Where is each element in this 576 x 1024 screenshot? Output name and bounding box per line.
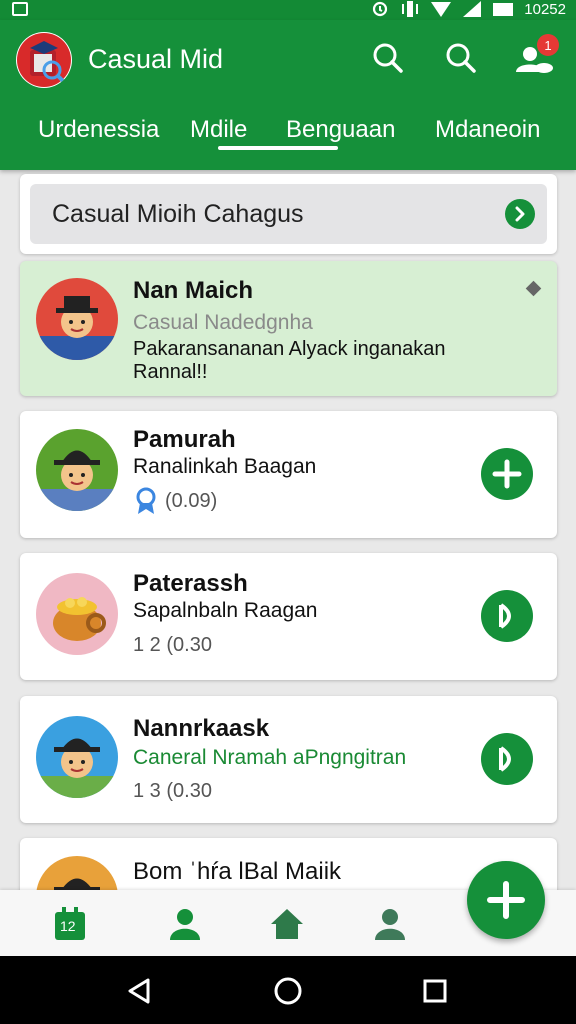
profile-notifications-button[interactable]: 1 bbox=[512, 34, 559, 76]
play-button[interactable] bbox=[481, 733, 533, 785]
item-meta: 1 2 (0.30 bbox=[133, 634, 212, 656]
recents-square-icon bbox=[423, 979, 447, 1003]
tab-mdile[interactable]: Mdile bbox=[190, 116, 247, 144]
item-subtitle: Ranalinkah Baagan bbox=[133, 455, 317, 478]
tab-bar: Urdenessia Mdile Benguaan Mdaneoin bbox=[0, 116, 576, 156]
item-description-cont: Rannal!! bbox=[133, 361, 208, 383]
list-item[interactable]: Pamurah Ranalinkah Baagan (0.09) bbox=[20, 411, 557, 538]
item-subtitle: Caneral Nramah aPngngitran bbox=[133, 746, 407, 769]
person-hat-avatar-icon bbox=[36, 450, 118, 511]
app-logo-icon bbox=[17, 33, 71, 87]
item-subtitle: Casual Nadedgnha bbox=[133, 311, 313, 334]
nav-home[interactable] bbox=[267, 904, 307, 944]
search-card: Casual Mioih Cahagus bbox=[20, 174, 557, 254]
nav-calendar[interactable]: 12 bbox=[50, 904, 90, 944]
signal-icon bbox=[463, 1, 482, 17]
person-icon bbox=[170, 909, 200, 940]
back-button[interactable] bbox=[122, 974, 156, 1008]
plus-icon bbox=[487, 881, 525, 919]
status-time: 10252 bbox=[524, 0, 566, 18]
item-name: Nan Maich bbox=[133, 277, 254, 304]
add-fab-button[interactable] bbox=[467, 861, 545, 939]
person-hat-avatar-icon bbox=[36, 296, 118, 360]
avatar bbox=[36, 429, 118, 511]
search-go-button[interactable] bbox=[505, 199, 535, 229]
item-meta: 1 3 (0.30 bbox=[133, 780, 212, 802]
item-name: Nannrkaask bbox=[133, 715, 270, 742]
app-title: Casual Mid bbox=[88, 44, 224, 74]
back-triangle-icon bbox=[128, 978, 150, 1004]
status-icons: 10252 bbox=[370, 0, 566, 18]
search-icon bbox=[446, 43, 476, 73]
home-circle-icon bbox=[274, 977, 302, 1005]
plus-icon bbox=[492, 459, 522, 489]
search-field[interactable]: Casual Mioih Cahagus bbox=[30, 184, 547, 244]
item-name: Paterassh bbox=[133, 570, 248, 597]
tab-mdaneoin[interactable]: Mdaneoin bbox=[435, 116, 540, 144]
screenshot-icon bbox=[12, 2, 28, 16]
app-logo[interactable] bbox=[16, 32, 72, 88]
system-navigation-bar bbox=[0, 956, 576, 1024]
add-button[interactable] bbox=[481, 448, 533, 500]
play-button[interactable] bbox=[481, 590, 533, 642]
play-icon bbox=[499, 603, 511, 629]
avatar bbox=[36, 278, 118, 360]
tab-indicator bbox=[218, 146, 338, 150]
item-name: Pamurah bbox=[133, 426, 236, 453]
vibrate-icon bbox=[402, 1, 419, 17]
more-indicator-icon[interactable] bbox=[525, 280, 542, 297]
home-button[interactable] bbox=[271, 974, 305, 1008]
avatar bbox=[36, 573, 118, 655]
status-bar: 10252 bbox=[0, 0, 576, 20]
nav-profile[interactable] bbox=[165, 904, 205, 944]
item-name: Bom ˈhŕa lBal Maiik bbox=[133, 858, 342, 885]
award-icon bbox=[136, 487, 156, 514]
tab-benguaan[interactable]: Benguaan bbox=[286, 116, 395, 144]
avatar bbox=[36, 716, 118, 798]
coin-pot-icon bbox=[53, 597, 106, 641]
search-text: Casual Mioih Cahagus bbox=[52, 200, 304, 228]
recents-button[interactable] bbox=[418, 974, 452, 1008]
item-subtitle: Sapalnbaln Raagan bbox=[133, 599, 318, 622]
wifi-icon bbox=[431, 2, 452, 17]
home-icon bbox=[271, 909, 303, 939]
calendar-badge-text: 12 bbox=[60, 918, 76, 934]
list-item[interactable]: Nan Maich Casual Nadedgnha Pakaransanana… bbox=[20, 261, 557, 396]
tab-urdenessia[interactable]: Urdenessia bbox=[38, 116, 159, 144]
alarm-icon bbox=[373, 1, 388, 17]
search-button[interactable] bbox=[370, 40, 406, 76]
notification-count: 1 bbox=[544, 37, 552, 53]
item-meta: (0.09) bbox=[165, 490, 218, 512]
play-icon bbox=[499, 746, 511, 772]
battery-icon bbox=[493, 3, 514, 16]
person-hat-avatar-icon bbox=[36, 738, 118, 798]
chevron-right-icon bbox=[515, 206, 525, 222]
list-item[interactable]: Paterassh Sapalnbaln Raagan 1 2 (0.30 bbox=[20, 553, 557, 680]
search-button-secondary[interactable] bbox=[443, 40, 479, 76]
person-icon bbox=[375, 909, 405, 940]
item-description: Pakaransananan Alyack inganakan bbox=[133, 338, 446, 360]
list-item[interactable]: Nannrkaask Caneral Nramah aPngngitran 1 … bbox=[20, 696, 557, 823]
search-icon bbox=[373, 43, 403, 73]
notification-badge: 1 bbox=[537, 34, 559, 56]
nav-account[interactable] bbox=[370, 904, 410, 944]
